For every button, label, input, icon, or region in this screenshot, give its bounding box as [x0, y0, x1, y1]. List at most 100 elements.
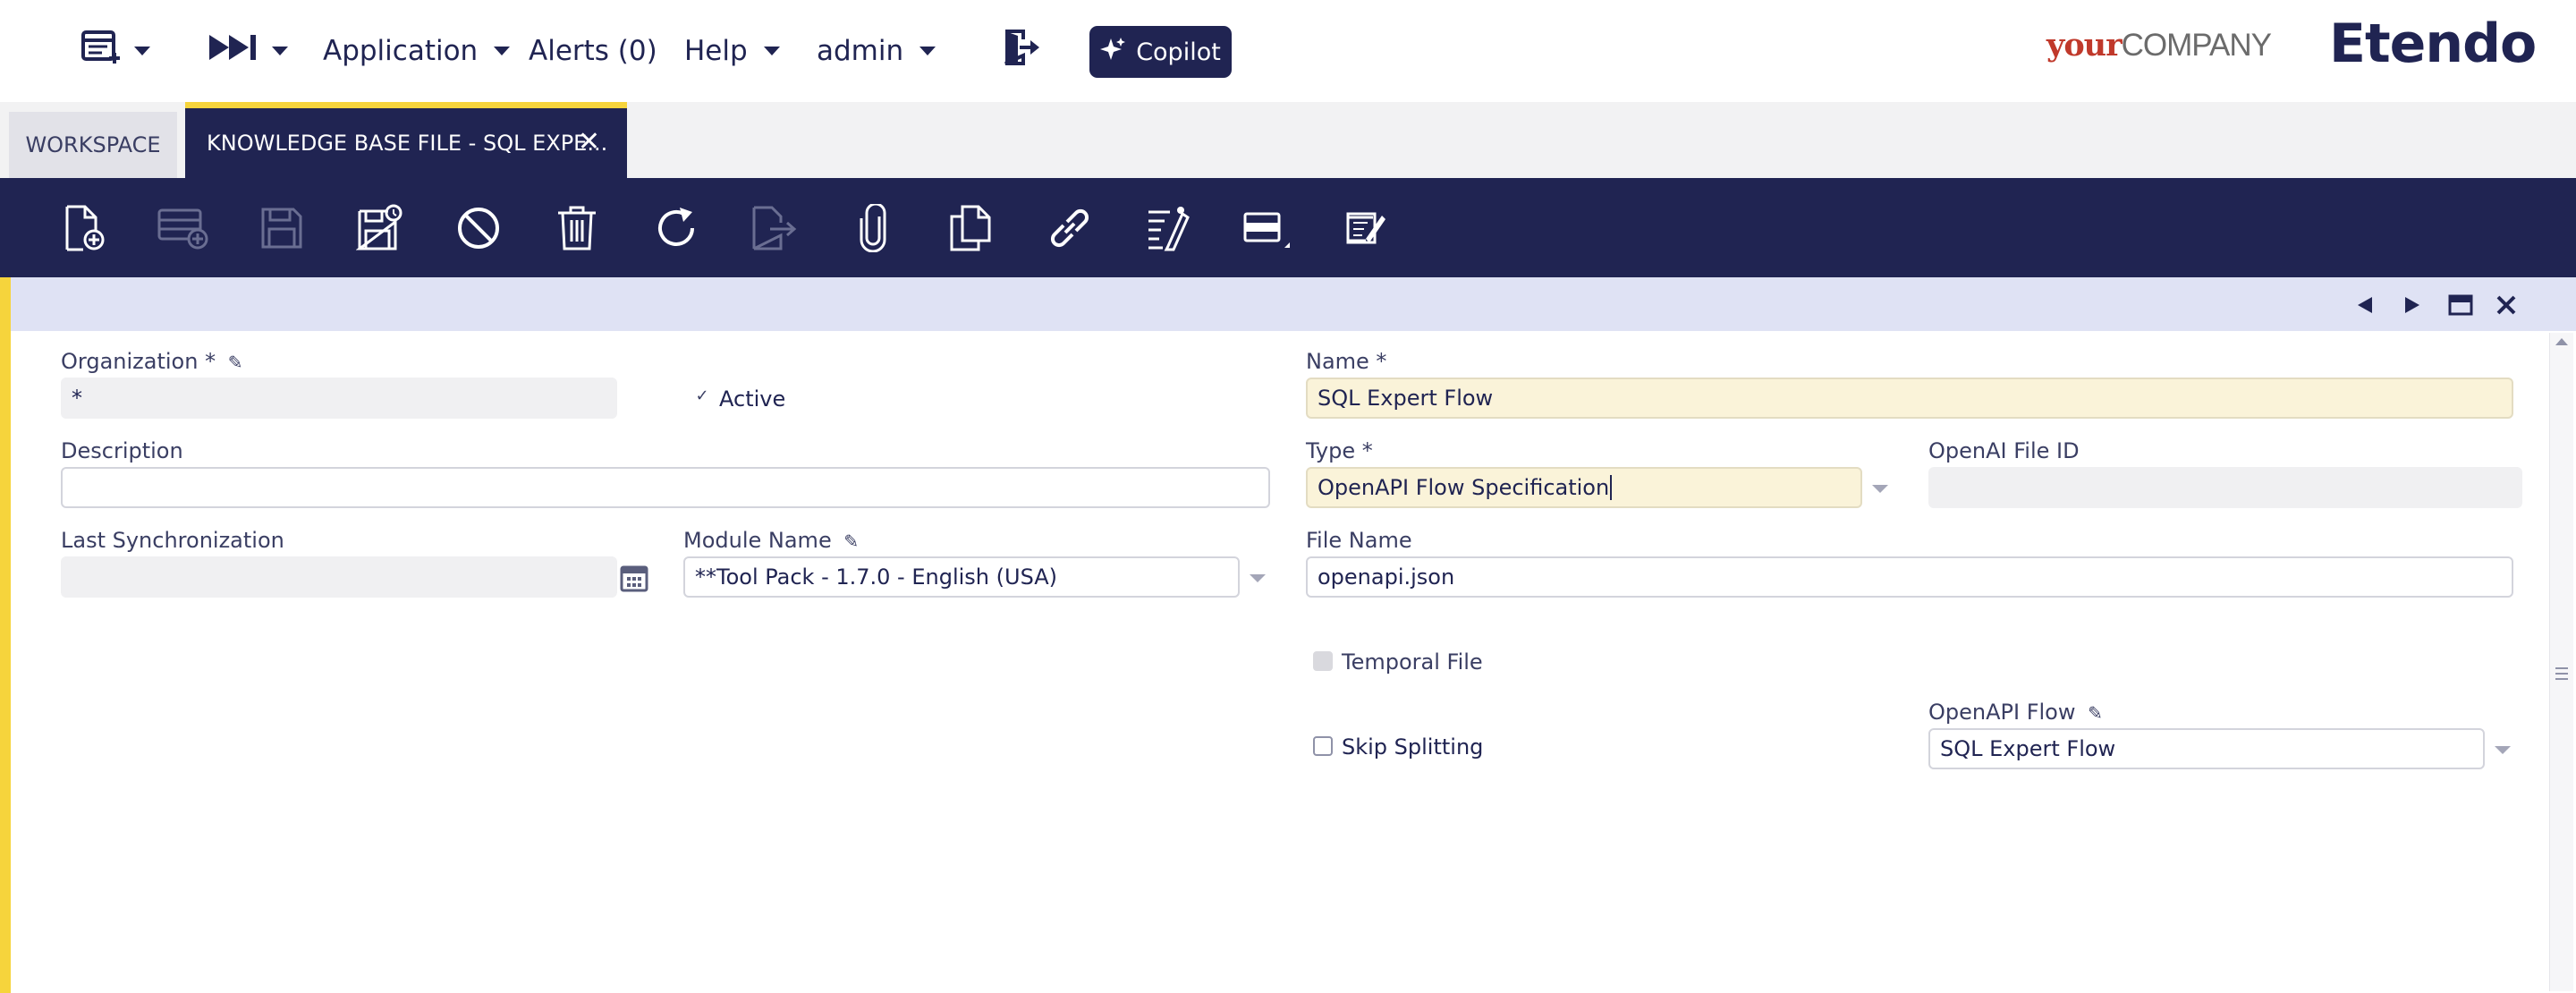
copy-record-button[interactable] [945, 201, 998, 255]
help-menu-label: Help [684, 35, 748, 67]
maximize-button[interactable] [2445, 290, 2476, 320]
pin-icon: ✎ [843, 530, 860, 552]
previous-record-button[interactable] [2350, 290, 2380, 320]
top-navigation-bar: Application Alerts (0) Help admin Copilo… [0, 0, 2576, 102]
quick-launch-menu[interactable] [80, 30, 150, 72]
chevron-down-icon[interactable] [2495, 746, 2511, 754]
skip-splitting-checkbox[interactable] [1313, 736, 1333, 756]
link-button[interactable] [1043, 201, 1097, 255]
type-value: OpenAPI Flow Specification [1318, 475, 1610, 500]
delete-icon [558, 206, 596, 250]
name-input[interactable]: SQL Expert Flow [1306, 378, 2513, 419]
chevron-down-icon[interactable] [1250, 574, 1266, 582]
openai-file-id-field[interactable] [1928, 467, 2522, 508]
calendar-button[interactable] [619, 563, 649, 593]
save-icon [261, 208, 302, 249]
last-sync-field[interactable] [61, 556, 617, 598]
company-logo-your: your [2046, 27, 2123, 64]
quick-run-menu[interactable] [208, 30, 288, 72]
chevron-down-icon [272, 47, 288, 55]
form-scrollbar[interactable] [2549, 333, 2573, 991]
company-logo-company: COMPANY [2121, 28, 2272, 63]
skip-splitting-label: Skip Splitting [1342, 734, 1484, 760]
chevron-down-icon [494, 47, 511, 55]
form-header-bar [11, 277, 2576, 331]
delete-button[interactable] [550, 201, 604, 255]
scroll-thumb-grip[interactable] [2555, 667, 2568, 669]
scroll-thumb-grip[interactable] [2555, 673, 2568, 675]
organization-field[interactable]: * [61, 378, 617, 419]
pin-icon: ✎ [2088, 702, 2103, 724]
export-icon [752, 206, 797, 250]
file-name-input[interactable]: openapi.json [1306, 556, 2513, 598]
calendar-icon [620, 565, 648, 592]
last-sync-label: Last Synchronization [61, 528, 284, 553]
chevron-down-icon[interactable] [1872, 485, 1888, 493]
type-label: Type * [1306, 438, 1373, 463]
scroll-up-icon[interactable] [2555, 338, 2568, 345]
tab-knowledge-base-file-label: KNOWLEDGE BASE FILE - SQL EXPE... [207, 131, 608, 156]
quick-launch-icon [80, 30, 122, 72]
copy-record-icon [950, 205, 991, 251]
description-input[interactable] [61, 467, 1270, 508]
active-checkbox[interactable]: ✓ [693, 386, 711, 405]
module-name-select[interactable]: **Tool Pack - 1.7.0 - English (USA) [683, 556, 1240, 598]
text-cursor [1610, 475, 1613, 500]
refresh-button[interactable] [649, 201, 703, 255]
organization-value: * [72, 386, 82, 411]
new-row-icon [157, 208, 208, 250]
temporal-file-checkbox[interactable] [1313, 651, 1333, 671]
save-button[interactable] [255, 201, 309, 255]
user-menu[interactable]: admin [817, 30, 936, 72]
copilot-label: Copilot [1136, 38, 1221, 66]
record-form: Organization * ✎ * ✓ Active Name * SQL E… [0, 331, 2576, 993]
refresh-icon [658, 208, 694, 246]
tab-workspace[interactable]: WORKSPACE [9, 112, 177, 178]
pin-icon: ✎ [227, 352, 243, 373]
triangle-right-icon [2405, 297, 2419, 313]
module-name-label-text: Module Name [683, 528, 832, 553]
save-close-button[interactable] [353, 201, 407, 255]
tab-strip: WORKSPACE KNOWLEDGE BASE FILE - SQL EXPE… [0, 102, 2576, 178]
undo-button[interactable] [452, 201, 505, 255]
audit-trail-button[interactable] [1141, 201, 1195, 255]
name-value: SQL Expert Flow [1318, 386, 1494, 411]
name-label: Name * [1306, 349, 1387, 374]
record-toolbar [0, 178, 2576, 277]
application-menu[interactable]: Application [323, 30, 511, 72]
openapi-flow-select[interactable]: SQL Expert Flow [1928, 728, 2485, 769]
etendo-logo: Etendo [2329, 13, 2537, 75]
triangle-left-icon [2358, 297, 2372, 313]
alerts-label: Alerts (0) [529, 35, 657, 67]
export-button[interactable] [748, 201, 801, 255]
link-icon [1050, 208, 1089, 248]
tab-knowledge-base-file[interactable]: KNOWLEDGE BASE FILE - SQL EXPE... ✕ [185, 102, 627, 178]
grid-view-button[interactable] [1241, 201, 1294, 255]
chevron-down-icon [763, 47, 780, 55]
organization-label-text: Organization * [61, 349, 216, 374]
sparkle-icon [1100, 37, 1126, 68]
application-menu-label: Application [323, 35, 479, 67]
attachment-button[interactable] [846, 201, 900, 255]
new-document-icon [65, 205, 105, 251]
copilot-button[interactable]: Copilot [1089, 26, 1232, 78]
logout-button[interactable] [1002, 30, 1041, 72]
close-icon [2496, 295, 2516, 315]
file-name-value: openapi.json [1318, 564, 1455, 590]
file-name-label: File Name [1306, 528, 1412, 553]
new-document-button[interactable] [58, 201, 112, 255]
scroll-thumb-grip[interactable] [2555, 678, 2568, 680]
description-label: Description [61, 438, 183, 463]
notes-button[interactable] [1339, 201, 1393, 255]
maximize-icon [2448, 294, 2473, 316]
new-row-button[interactable] [157, 201, 210, 255]
alerts-link[interactable]: Alerts (0) [529, 30, 657, 72]
close-icon[interactable]: ✕ [578, 126, 600, 157]
next-record-button[interactable] [2397, 290, 2428, 320]
logout-icon [1002, 29, 1041, 73]
help-menu[interactable]: Help [684, 30, 780, 72]
openapi-flow-label-text: OpenAPI Flow [1928, 700, 2076, 725]
organization-label: Organization * ✎ [61, 349, 242, 374]
type-select[interactable]: OpenAPI Flow Specification [1306, 467, 1862, 508]
close-form-button[interactable] [2491, 290, 2521, 320]
